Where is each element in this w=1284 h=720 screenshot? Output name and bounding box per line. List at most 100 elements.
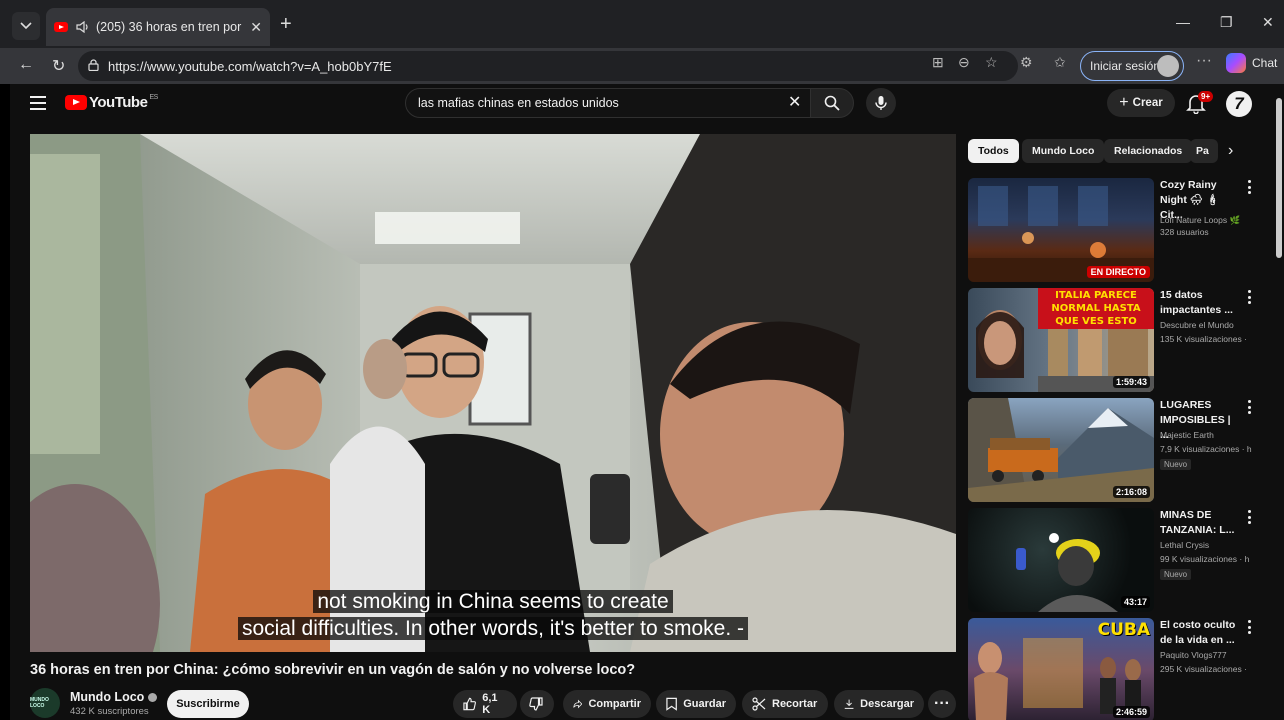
more-icon[interactable]: ··· xyxy=(1196,52,1212,70)
search-query: las mafias chinas en estados unidos xyxy=(418,96,619,110)
create-button[interactable]: + Crear xyxy=(1107,89,1175,117)
copilot-chat-button[interactable]: Chat xyxy=(1226,53,1277,73)
like-icon xyxy=(463,697,476,711)
subscribe-button[interactable]: Suscribirme xyxy=(167,690,249,718)
audio-icon[interactable] xyxy=(76,21,90,33)
chip-relacionados[interactable]: Relacionados xyxy=(1104,139,1193,163)
menu-icon[interactable] xyxy=(30,96,46,110)
channel-name-link[interactable]: Mundo Loco xyxy=(70,690,158,704)
download-icon xyxy=(844,699,854,709)
profile-avatar xyxy=(1157,55,1179,77)
back-icon[interactable]: ← xyxy=(18,56,34,74)
recommendation-channel[interactable]: Descubre el Mundo xyxy=(1160,320,1270,330)
search-button[interactable] xyxy=(810,88,854,118)
thumbnail-caption: ITALIA PARECE NORMAL HASTA QUE VES ESTO xyxy=(1038,288,1154,329)
dislike-button[interactable] xyxy=(520,690,554,718)
favorite-star-icon[interactable]: ☆ xyxy=(985,54,998,71)
close-tab-icon[interactable]: ✕ xyxy=(250,19,262,36)
extensions-icon[interactable]: ⚙ xyxy=(1020,54,1033,71)
youtube-logo[interactable]: YouTube ES xyxy=(65,94,158,111)
thumbnail-caption: CUBA xyxy=(1097,620,1150,640)
chevron-right-icon[interactable]: › xyxy=(1228,142,1233,160)
voice-search-button[interactable] xyxy=(866,88,896,118)
copilot-icon xyxy=(1226,53,1246,73)
dislike-icon xyxy=(529,697,543,711)
recommendation-item[interactable]: ITALIA PARECE NORMAL HASTA QUE VES ESTO … xyxy=(968,288,1268,392)
recommendation-channel[interactable]: Lofi Nature Loops 🌿 xyxy=(1160,215,1270,226)
more-vert-icon[interactable] xyxy=(1244,510,1254,524)
chip-partial[interactable]: Pa xyxy=(1190,139,1218,163)
share-button[interactable]: Compartir xyxy=(563,690,651,718)
download-button[interactable]: Descargar xyxy=(834,690,924,718)
youtube-favicon-icon xyxy=(54,22,68,32)
more-actions-icon[interactable]: ··· xyxy=(928,690,956,718)
favorites-icon[interactable]: ✩ xyxy=(1054,54,1066,71)
subtitle-line-2: social difficulties. In other words, it'… xyxy=(30,616,956,642)
download-label: Descargar xyxy=(860,698,914,710)
more-vert-icon[interactable] xyxy=(1244,620,1254,634)
signin-label: Iniciar sesión xyxy=(1090,59,1161,73)
mic-icon xyxy=(875,96,887,110)
save-label: Guardar xyxy=(683,698,726,710)
live-badge: EN DIRECTO xyxy=(1086,266,1150,278)
recommendation-channel[interactable]: Majestic Earth xyxy=(1160,430,1270,440)
recommendation-thumbnail[interactable]: CUBA 2:46:59 xyxy=(968,618,1154,720)
channel-avatar[interactable]: MUNDO LOCO xyxy=(30,688,60,718)
save-icon xyxy=(666,697,677,711)
lock-icon xyxy=(88,59,99,71)
plus-icon: + xyxy=(1119,94,1129,111)
video-player[interactable]: not smoking in China seems to create soc… xyxy=(30,134,956,652)
recommendation-thumbnail[interactable]: 43:17 xyxy=(968,508,1154,612)
account-avatar[interactable]: 7 xyxy=(1226,91,1252,117)
recommendation-item[interactable]: 43:17 MINAS DE TANZANIA: L... Lethal Cry… xyxy=(968,508,1268,612)
recommendation-channel[interactable]: Lethal Crysis xyxy=(1160,540,1270,550)
signin-button[interactable]: Iniciar sesión xyxy=(1080,51,1184,81)
scissors-icon xyxy=(752,697,766,711)
create-label: Crear xyxy=(1132,97,1163,109)
recommendation-meta: 7,9 K visualizaciones · h xyxy=(1160,444,1252,454)
browser-tab[interactable]: (205) 36 horas en tren por China: ¿cómo … xyxy=(46,8,270,46)
recommendation-thumbnail[interactable]: 2:16:08 xyxy=(968,398,1154,502)
chip-todos[interactable]: Todos xyxy=(968,139,1019,163)
notification-badge: 9+ xyxy=(1198,91,1214,102)
more-vert-icon[interactable] xyxy=(1244,180,1254,194)
clip-button[interactable]: Recortar xyxy=(742,690,828,718)
tab-list-button[interactable] xyxy=(12,12,40,40)
search-input[interactable]: las mafias chinas en estados unidos xyxy=(405,88,815,118)
app-available-icon[interactable]: ⊞ xyxy=(932,54,944,71)
save-button[interactable]: Guardar xyxy=(656,690,736,718)
share-icon xyxy=(573,699,583,709)
chevron-down-icon xyxy=(20,22,32,30)
recommendation-item[interactable]: CUBA 2:46:59 El costo oculto de la vida … xyxy=(968,618,1268,720)
recommendation-thumbnail[interactable]: ITALIA PARECE NORMAL HASTA QUE VES ESTO … xyxy=(968,288,1154,392)
subscriber-count: 432 K suscriptores xyxy=(70,706,149,717)
like-button[interactable]: 6,1 K xyxy=(453,690,517,718)
clear-search-icon[interactable]: ✕ xyxy=(788,92,801,112)
more-vert-icon[interactable] xyxy=(1244,400,1254,414)
more-vert-icon[interactable] xyxy=(1244,290,1254,304)
new-badge: Nuevo xyxy=(1160,569,1192,580)
recommendation-item[interactable]: 2:16:08 LUGARES IMPOSIBLES | ... Majesti… xyxy=(968,398,1268,502)
reload-icon[interactable]: ↻ xyxy=(52,56,65,76)
recommendation-title[interactable]: MINAS DE TANZANIA: L... xyxy=(1160,508,1242,538)
scrollbar[interactable] xyxy=(1276,98,1282,258)
recommendation-thumbnail[interactable]: EN DIRECTO xyxy=(968,178,1154,282)
duration-badge: 2:46:59 xyxy=(1112,706,1150,718)
recommendation-title[interactable]: 15 datos impactantes ... xyxy=(1160,288,1242,318)
recommendation-item[interactable]: EN DIRECTO Cozy Rainy Night 🌧 🕯 Cit... L… xyxy=(968,178,1268,282)
recommendation-channel[interactable]: Paquito Vlogs777 xyxy=(1160,650,1270,660)
chip-mundo-loco[interactable]: Mundo Loco xyxy=(1022,139,1105,163)
zoom-icon[interactable]: ⊖ xyxy=(958,54,970,71)
url-field[interactable]: https://www.youtube.com/watch?v=A_hob0bY… xyxy=(78,51,1018,81)
close-window-icon[interactable]: ✕ xyxy=(1262,14,1274,31)
recommendation-title[interactable]: El costo oculto de la vida en ... xyxy=(1160,618,1242,648)
video-frame xyxy=(30,134,956,652)
duration-badge: 43:17 xyxy=(1120,596,1150,608)
clip-label: Recortar xyxy=(772,698,818,710)
new-badge: Nuevo xyxy=(1160,459,1192,470)
share-label: Compartir xyxy=(588,698,641,710)
subtitle-line-1: not smoking in China seems to create xyxy=(30,589,956,615)
new-tab-icon[interactable]: + xyxy=(280,14,292,34)
minimize-icon[interactable]: — xyxy=(1176,14,1190,30)
restore-icon[interactable]: ❐ xyxy=(1220,14,1233,31)
